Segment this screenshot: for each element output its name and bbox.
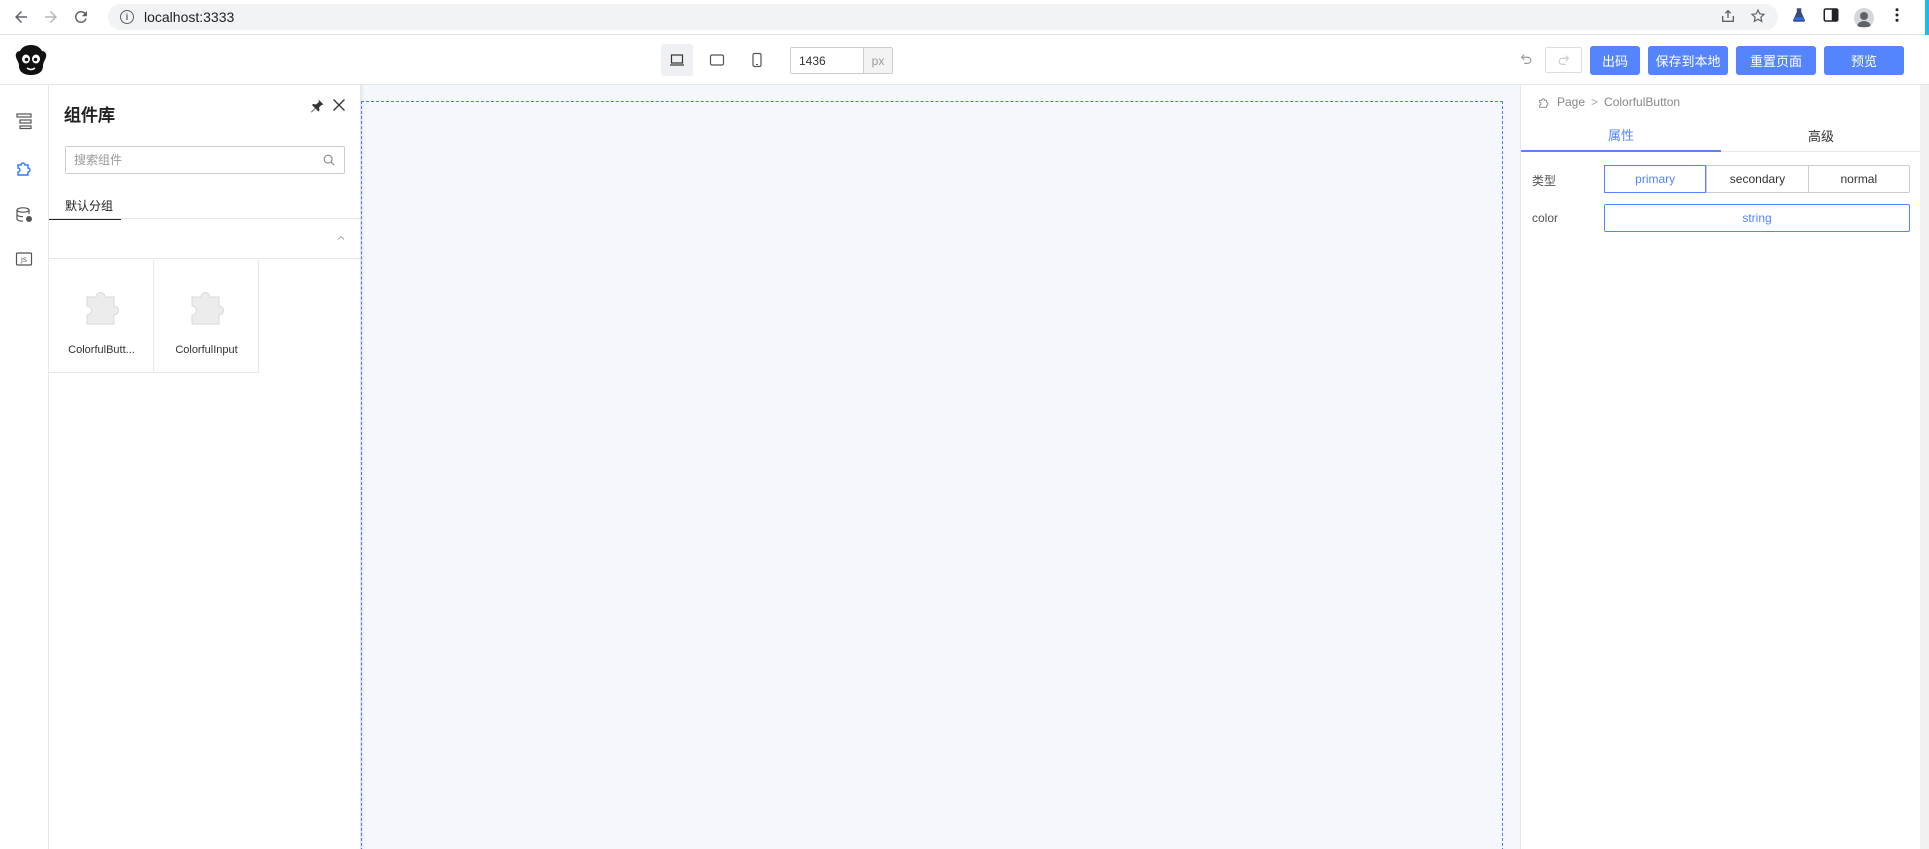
svg-text:JS: JS bbox=[20, 256, 27, 264]
component-card-colorful-input[interactable]: ColorfulInput bbox=[154, 260, 259, 373]
puzzle-icon bbox=[191, 292, 224, 325]
url-text: localhost:3333 bbox=[144, 9, 235, 25]
color-value-setter[interactable]: string bbox=[1604, 204, 1910, 232]
component-breadcrumb-icon bbox=[1539, 98, 1549, 108]
redo-button[interactable] bbox=[1545, 47, 1582, 73]
settings-scrollbar[interactable] bbox=[1920, 85, 1929, 849]
tab-advanced[interactable]: 高级 bbox=[1721, 119, 1921, 152]
share-icon[interactable] bbox=[1720, 8, 1736, 27]
undo-icon bbox=[1520, 54, 1532, 64]
component-card-colorful-button[interactable]: ColorfulButt... bbox=[49, 260, 154, 373]
type-option-primary[interactable]: primary bbox=[1604, 165, 1707, 193]
address-bar[interactable]: i localhost:3333 bbox=[108, 4, 1778, 30]
device-switcher bbox=[661, 44, 773, 76]
undo-button[interactable] bbox=[1515, 47, 1537, 71]
preview-button[interactable]: 预览 bbox=[1824, 46, 1904, 75]
width-unit-label: px bbox=[863, 48, 892, 73]
canvas-shadow bbox=[361, 85, 365, 849]
datasource-icon[interactable] bbox=[12, 203, 36, 227]
save-local-button[interactable]: 保存到本地 bbox=[1648, 46, 1728, 75]
js-code-icon[interactable]: JS bbox=[12, 247, 36, 271]
search-icon[interactable] bbox=[322, 153, 336, 167]
browser-toolbar: i localhost:3333 bbox=[0, 0, 1929, 35]
mobile-view-button[interactable] bbox=[741, 44, 773, 76]
browser-menu-icon[interactable] bbox=[1888, 6, 1906, 29]
component-search-box bbox=[65, 146, 345, 174]
component-search-input[interactable] bbox=[66, 147, 316, 173]
side-panel-icon[interactable] bbox=[1822, 6, 1840, 29]
tablet-view-button[interactable] bbox=[701, 44, 733, 76]
phone-icon bbox=[752, 52, 762, 68]
canvas-width-field: px bbox=[790, 47, 893, 74]
back-icon[interactable] bbox=[6, 2, 36, 32]
component-library-icon[interactable] bbox=[12, 156, 36, 180]
settings-panel: Page > ColorfulButton 属性 高级 类型 primary s… bbox=[1520, 85, 1929, 849]
forward-icon[interactable] bbox=[36, 2, 66, 32]
window-edge-accent bbox=[1925, 0, 1929, 35]
tablet-icon bbox=[709, 54, 725, 66]
chevron-up-icon[interactable] bbox=[335, 232, 347, 244]
export-code-button[interactable]: 出码 bbox=[1590, 46, 1640, 75]
breadcrumb-separator-icon: > bbox=[1591, 95, 1599, 109]
component-library-panel: 组件库 默认分组 ColorfulButt... ColorfulInput bbox=[49, 85, 361, 849]
group-header[interactable] bbox=[49, 219, 361, 259]
site-info-icon[interactable]: i bbox=[120, 10, 134, 24]
laptop-icon bbox=[670, 54, 684, 66]
component-card-label: ColorfulInput bbox=[175, 344, 238, 356]
reload-icon[interactable] bbox=[66, 2, 96, 32]
type-field-label: 类型 bbox=[1532, 174, 1557, 188]
breadcrumb-page[interactable]: Page bbox=[1557, 95, 1585, 109]
desktop-view-button[interactable] bbox=[661, 44, 693, 76]
labs-flask-icon[interactable] bbox=[1790, 6, 1808, 29]
tab-properties[interactable]: 属性 bbox=[1521, 119, 1721, 152]
breadcrumb: Page > ColorfulButton bbox=[1537, 93, 1680, 111]
breadcrumb-current: ColorfulButton bbox=[1604, 95, 1681, 109]
close-icon[interactable] bbox=[331, 97, 347, 113]
app-root: i localhost:3333 1436 px 出码 保存到本地 重置页面 预… bbox=[0, 0, 1929, 849]
app-logo-icon bbox=[14, 43, 48, 77]
pin-icon[interactable] bbox=[309, 98, 325, 114]
design-canvas bbox=[361, 85, 1520, 849]
canvas-width-input[interactable] bbox=[791, 48, 863, 73]
type-segmented-control: primary secondary normal bbox=[1604, 165, 1910, 193]
bookmark-star-icon[interactable] bbox=[1750, 8, 1766, 27]
redo-icon bbox=[1558, 55, 1569, 65]
panel-title: 组件库 bbox=[64, 106, 115, 125]
canvas-page-frame[interactable] bbox=[361, 101, 1503, 849]
component-card-label: ColorfulButt... bbox=[68, 344, 135, 356]
left-icon-rail: JS bbox=[0, 85, 49, 849]
color-field-label: color bbox=[1532, 211, 1559, 225]
type-option-normal[interactable]: normal bbox=[1807, 166, 1909, 192]
outline-tree-icon[interactable] bbox=[12, 109, 36, 133]
editor-toolbar: px 出码 保存到本地 重置页面 预览 bbox=[0, 35, 1929, 85]
profile-avatar-icon[interactable] bbox=[1854, 7, 1874, 28]
tab-default-group[interactable]: 默认分组 bbox=[49, 192, 121, 220]
puzzle-icon bbox=[86, 292, 119, 325]
reset-page-button[interactable]: 重置页面 bbox=[1736, 46, 1816, 75]
type-option-secondary[interactable]: secondary bbox=[1706, 166, 1807, 192]
settings-tabs: 属性 高级 bbox=[1521, 119, 1921, 152]
